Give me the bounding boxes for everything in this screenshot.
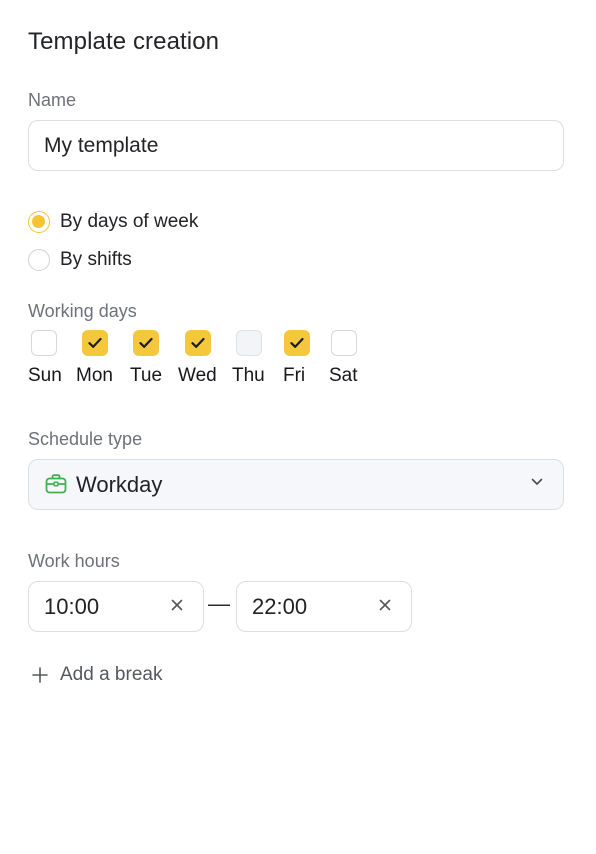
checkmark-icon: [139, 337, 153, 348]
time-range-separator: —: [208, 591, 230, 616]
day-label: Sun: [28, 365, 62, 386]
clear-icon[interactable]: [379, 599, 391, 611]
briefcase-icon: [45, 474, 67, 494]
checkmark-icon: [191, 337, 205, 348]
day-label: Fri: [283, 365, 306, 386]
clear-icon[interactable]: [171, 599, 183, 611]
day-label: Thu: [232, 365, 265, 386]
radio-label: By shifts: [60, 249, 132, 270]
day-label: Mon: [76, 365, 113, 386]
day-sat[interactable]: Sat: [329, 330, 389, 390]
chevron-down-icon: [531, 478, 543, 485]
add-break-button[interactable]: Add a break: [28, 664, 162, 686]
day-checkbox[interactable]: [185, 330, 211, 356]
day-checkbox[interactable]: [133, 330, 159, 356]
day-label: Sat: [329, 365, 358, 386]
day-label: Tue: [130, 365, 163, 386]
day-checkbox[interactable]: [31, 330, 57, 356]
day-checkbox[interactable]: [331, 330, 357, 356]
work-hours-end-input[interactable]: 22:00: [236, 581, 412, 632]
day-checkbox[interactable]: [82, 330, 108, 356]
radio-selected-icon: [28, 211, 50, 233]
work-hours-label: Work hours: [28, 551, 120, 571]
page-title: Template creation: [28, 28, 220, 55]
schedule-type-value: Workday: [76, 472, 163, 497]
add-break-label: Add a break: [60, 664, 163, 685]
radio-by-days-of-week[interactable]: By days of week: [28, 211, 198, 233]
name-label: Name: [28, 90, 77, 110]
checkmark-icon: [290, 337, 304, 348]
plus-icon: [32, 667, 48, 683]
day-mon[interactable]: Mon: [75, 330, 135, 390]
working-days-label: Working days: [28, 301, 137, 321]
day-label: Wed: [178, 365, 217, 386]
day-checkbox[interactable]: [284, 330, 310, 356]
radio-label: By days of week: [60, 211, 199, 232]
radio-by-shifts[interactable]: By shifts: [28, 249, 132, 271]
schedule-type-label: Schedule type: [28, 429, 143, 449]
end-time-value: 22:00: [252, 594, 308, 619]
start-time-value: 10:00: [44, 594, 100, 619]
radio-unselected-icon: [28, 249, 50, 271]
checkmark-icon: [88, 337, 102, 348]
day-wed[interactable]: Wed: [178, 330, 238, 390]
schedule-type-select[interactable]: Workday: [28, 459, 564, 510]
name-input[interactable]: [28, 120, 564, 171]
work-hours-start-input[interactable]: 10:00: [28, 581, 204, 632]
day-checkbox-disabled: [236, 330, 262, 356]
